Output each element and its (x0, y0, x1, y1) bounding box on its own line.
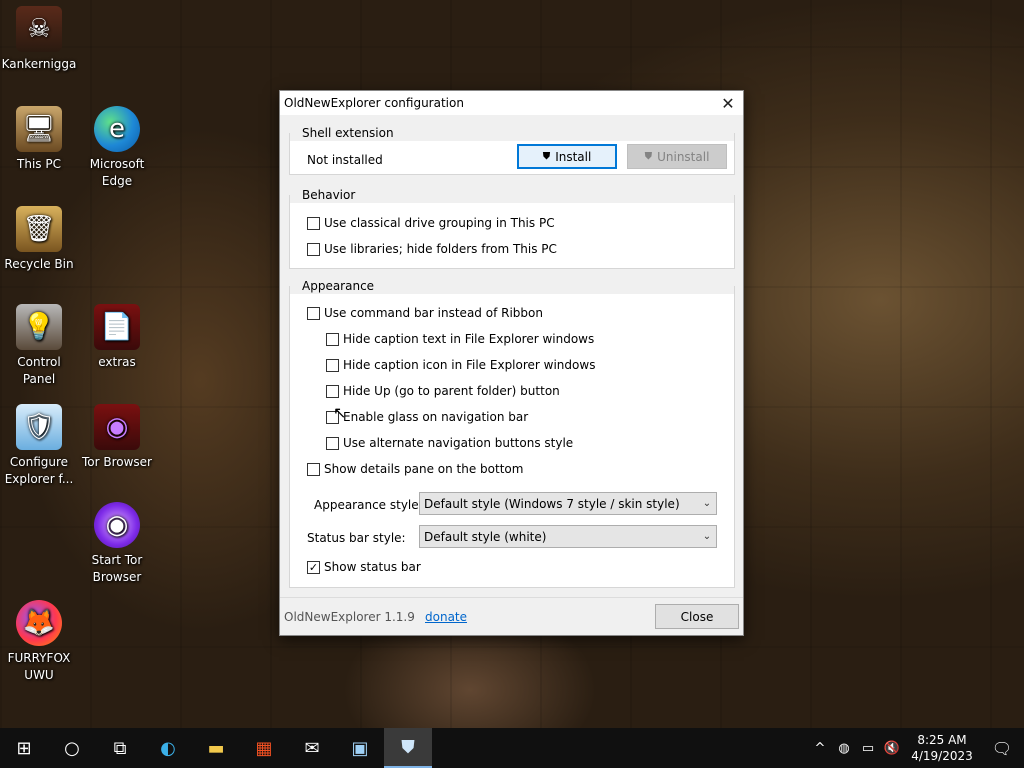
clock[interactable]: 8:25 AM 4/19/2023 (904, 732, 980, 764)
tor-icon: ◉ (94, 502, 140, 548)
desktop-icon-furryfox[interactable]: 🦊 FURRYFOX UWU (0, 600, 78, 684)
edge-icon: e (94, 106, 140, 152)
taskbar: ⊞ ○ ⧉ ◐ ▬ ▦ ✉ ▣ ⛊ ^ ◍ ▭ 🔇 8:25 AM 4/19/2… (0, 728, 1024, 768)
desktop-icon-configure-explorer[interactable]: 🛡 Configure Explorer f... (0, 404, 78, 488)
checkbox-box[interactable] (307, 462, 320, 476)
desktop-icon-recycle-bin[interactable]: 🗑 Recycle Bin (0, 206, 78, 273)
desktop-icon-label: Start Tor Browser (91, 553, 143, 584)
close-icon[interactable]: ✕ (713, 91, 743, 115)
desktop-icon-start-tor-browser[interactable]: ◉ Start Tor Browser (78, 502, 156, 586)
photos-icon[interactable]: ▣ (336, 728, 384, 768)
desktop-icon-label: Tor Browser (81, 455, 152, 469)
desktop-icon-label: FURRYFOX UWU (7, 651, 71, 682)
mail-icon[interactable]: ✉ (288, 728, 336, 768)
pdf-file-icon: 📄 (94, 304, 140, 350)
shield-folder-icon: 🛡 (16, 404, 62, 450)
volume-muted-icon[interactable]: 🔇 (880, 741, 904, 756)
status-bar-style-select[interactable]: Default style (white) ⌄ (419, 525, 717, 548)
donate-link[interactable]: donate (425, 610, 467, 624)
store-icon[interactable]: ▦ (240, 728, 288, 768)
shield-icon: ⛊ (542, 151, 551, 162)
checkbox-box[interactable] (307, 306, 320, 320)
network-icon[interactable]: ▭ (856, 741, 880, 756)
group-title-behavior: Behavior (298, 188, 360, 202)
desktop-icon-label: extras (98, 355, 136, 369)
shield-icon: ⛊ (644, 151, 653, 162)
checkbox-hide-up-button[interactable]: Hide Up (go to parent folder) button (326, 384, 560, 398)
desktop-icon-microsoft-edge[interactable]: e Microsoft Edge (78, 106, 156, 190)
checkbox-show-status-bar[interactable]: ✓ Show status bar (307, 560, 421, 574)
start-icon[interactable]: ⊞ (0, 728, 48, 768)
desktop-icon-label: Kankernigga (1, 57, 77, 71)
task-view-icon[interactable]: ⧉ (96, 728, 144, 768)
file-explorer-icon[interactable]: ▬ (192, 728, 240, 768)
behavior-group: Behavior Use classical drive grouping in… (289, 188, 735, 269)
oldnewexplorer-config-dialog: OldNewExplorer configuration ✕ Shell ext… (279, 90, 744, 636)
desktop-icon-label: Recycle Bin (4, 257, 74, 271)
desktop-icon-label: Configure Explorer f... (4, 455, 74, 486)
version-text: OldNewExplorer 1.1.9 (284, 610, 415, 624)
chevron-down-icon: ⌄ (702, 498, 712, 509)
tor-icon: ◉ (94, 404, 140, 450)
mouse-cursor-icon: ↖ (333, 403, 347, 422)
desktop-icon-control-panel[interactable]: 💡 Control Panel (0, 304, 78, 388)
firefox-icon: 🦊 (16, 600, 62, 646)
close-button[interactable]: Close (655, 604, 739, 629)
desktop-icon-label: Microsoft Edge (89, 157, 145, 188)
shell-extension-group: Shell extension Not installed ⛊ Install … (289, 126, 735, 175)
clock-date: 4/19/2023 (911, 749, 973, 763)
computer-icon: 🖥 (16, 106, 62, 152)
search-icon[interactable]: ○ (48, 728, 96, 768)
checkbox-command-bar[interactable]: Use command bar instead of Ribbon (307, 306, 543, 320)
edge-icon[interactable]: ◐ (144, 728, 192, 768)
checkbox-box[interactable] (307, 216, 320, 230)
checkbox-hide-caption-text[interactable]: Hide caption text in File Explorer windo… (326, 332, 594, 346)
skull-icon: ☠ (16, 6, 62, 52)
shield-folder-icon[interactable]: ⛊ (384, 728, 432, 768)
status-bar-style-label: Status bar style: (307, 531, 406, 545)
desktop-icon-kankernigga[interactable]: ☠ Kankernigga (0, 6, 78, 73)
checkbox-enable-glass[interactable]: Enable glass on navigation bar (326, 410, 528, 424)
dialog-title: OldNewExplorer configuration (284, 96, 464, 110)
chevron-up-icon[interactable]: ^ (808, 741, 832, 756)
appearance-group: Appearance Use command bar instead of Ri… (289, 279, 735, 588)
checkbox-classical-drive-grouping[interactable]: Use classical drive grouping in This PC (307, 216, 555, 230)
appearance-style-select[interactable]: Default style (Windows 7 style / skin st… (419, 492, 717, 515)
checkbox-box[interactable] (326, 436, 339, 450)
checkbox-box[interactable] (326, 384, 339, 398)
group-title-shell-extension: Shell extension (298, 126, 398, 140)
checkbox-alternate-nav-buttons[interactable]: Use alternate navigation buttons style (326, 436, 573, 450)
checkbox-hide-caption-icon[interactable]: Hide caption icon in File Explorer windo… (326, 358, 595, 372)
notification-center-icon[interactable]: 🗨 (980, 728, 1024, 768)
checkbox-box[interactable] (326, 358, 339, 372)
checkbox-use-libraries[interactable]: Use libraries; hide folders from This PC (307, 242, 557, 256)
uninstall-button[interactable]: ⛊ Uninstall (627, 144, 727, 169)
system-tray: ^ ◍ ▭ 🔇 8:25 AM 4/19/2023 🗨 (808, 728, 1024, 768)
desktop-icon-label: Control Panel (17, 355, 61, 386)
desktop-icon-tor-browser[interactable]: ◉ Tor Browser (78, 404, 156, 471)
checkbox-box[interactable] (326, 332, 339, 346)
chevron-down-icon: ⌄ (702, 531, 712, 542)
appearance-style-label: Appearance style: (314, 498, 423, 512)
checkbox-details-pane-bottom[interactable]: Show details pane on the bottom (307, 462, 523, 476)
install-status: Not installed (307, 153, 383, 167)
dialog-footer: OldNewExplorer 1.1.9 donate Close (280, 597, 743, 635)
recycle-bin-icon: 🗑 (16, 206, 62, 252)
desktop-icon-label: This PC (17, 157, 61, 171)
group-title-appearance: Appearance (298, 279, 379, 293)
desktop-icon-extras[interactable]: 📄 extras (78, 304, 156, 371)
checkbox-box[interactable] (307, 242, 320, 256)
dialog-titlebar[interactable]: OldNewExplorer configuration ✕ (280, 91, 743, 115)
control-panel-icon: 💡 (16, 304, 62, 350)
camera-icon[interactable]: ◍ (832, 741, 856, 756)
clock-time: 8:25 AM (917, 733, 967, 747)
desktop-icon-this-pc[interactable]: 🖥 This PC (0, 106, 78, 173)
install-button[interactable]: ⛊ Install (517, 144, 617, 169)
checkbox-box[interactable]: ✓ (307, 560, 320, 574)
